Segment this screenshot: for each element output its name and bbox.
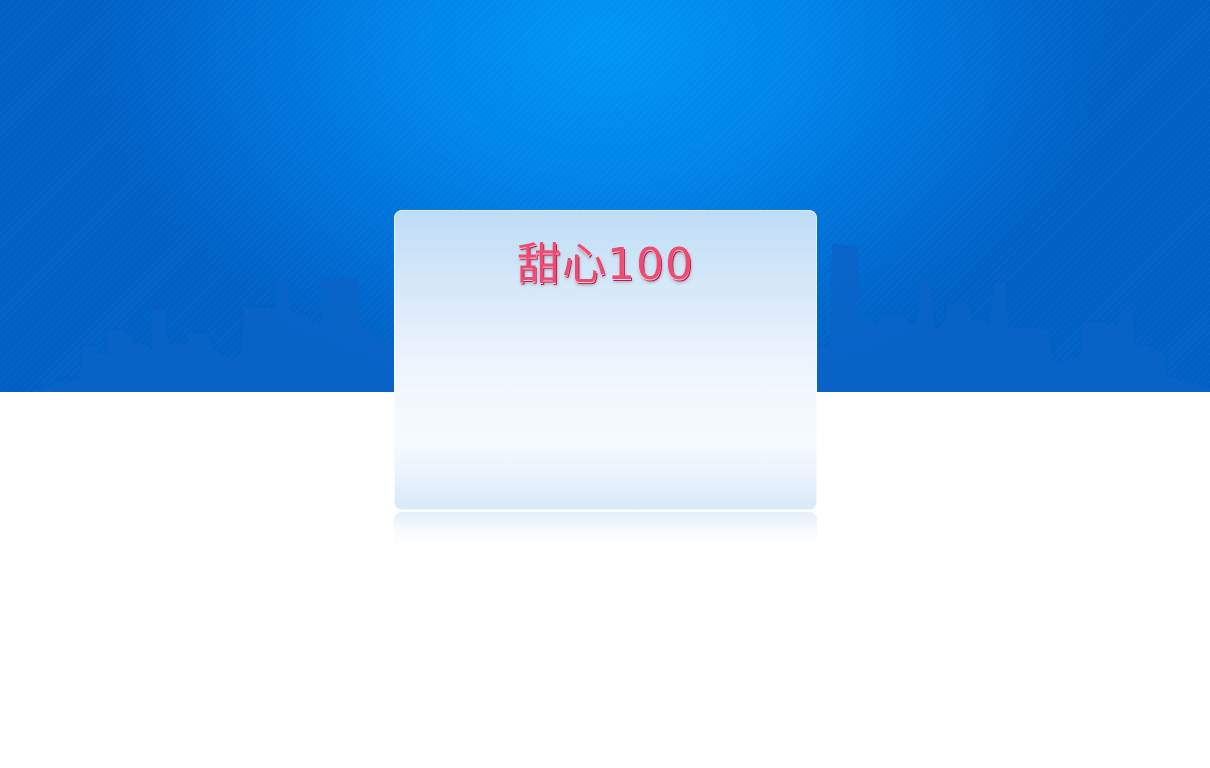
brand-title: 甜心100 [517,239,694,290]
login-page: 甜心100 [0,0,1210,768]
login-panel: 甜心100 [394,210,817,510]
card-reflection [394,512,817,552]
